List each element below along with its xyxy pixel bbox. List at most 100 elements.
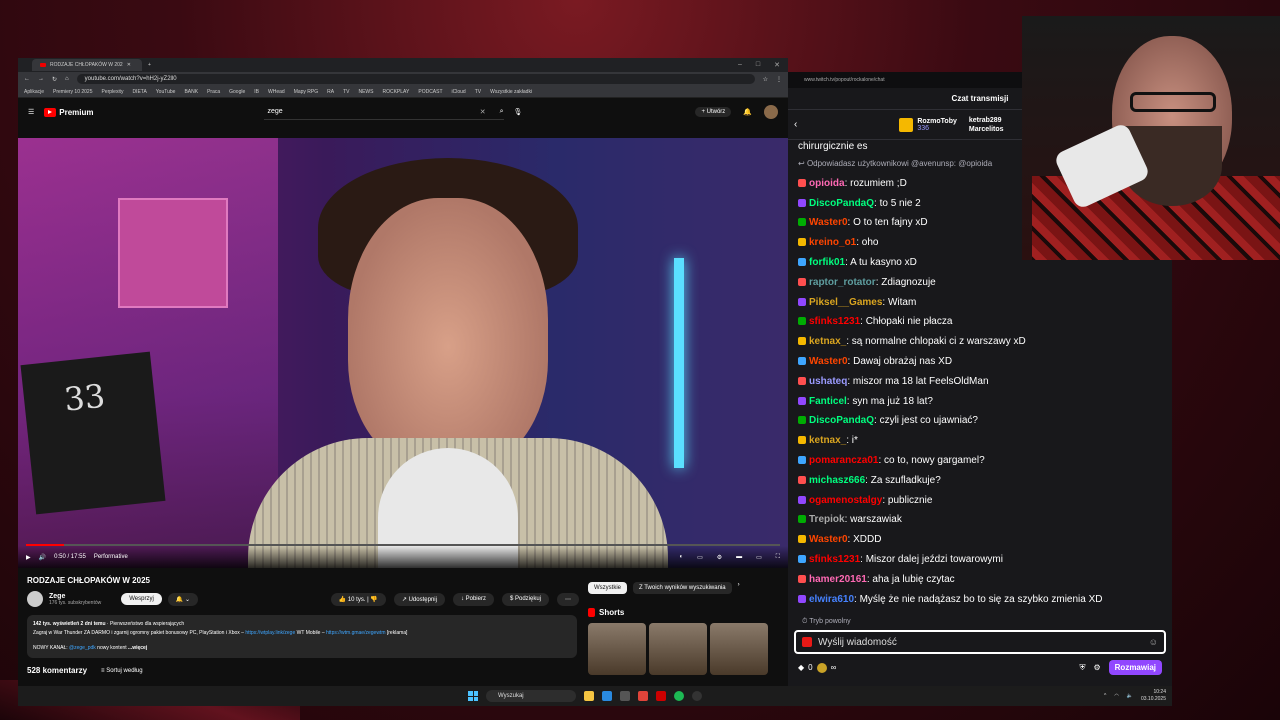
bookmark-item[interactable]: YouTube <box>156 89 176 95</box>
fullscreen-icon[interactable]: ⛶ <box>776 554 780 561</box>
show-more-link[interactable]: ...więcej <box>128 645 147 651</box>
bookmark-item[interactable]: ROCKPLAY <box>382 89 409 95</box>
close-tab-icon[interactable]: ✕ <box>127 62 131 68</box>
chevron-right-icon[interactable]: › <box>738 582 740 594</box>
chat-username[interactable]: Fanticel <box>809 396 847 407</box>
gift-user[interactable]: ketrab289 <box>969 117 1004 124</box>
search-icon[interactable]: ⌕ <box>500 108 504 116</box>
bookmark-item[interactable]: PODCAST <box>418 89 442 95</box>
notifications-bell-icon[interactable]: 🔔 <box>743 108 752 116</box>
chat-username[interactable]: kreino_o1 <box>809 237 856 248</box>
desc-link[interactable]: @zege_pdk <box>69 645 96 651</box>
chat-username[interactable]: raptor_rotator <box>809 277 876 288</box>
chat-username[interactable]: sfinks1231 <box>809 316 860 327</box>
back-icon[interactable]: ← <box>24 76 30 82</box>
youtube-logo[interactable]: Premium <box>44 107 94 117</box>
chat-username[interactable]: Waster0 <box>809 217 848 228</box>
miniplayer-icon[interactable]: ▬ <box>736 554 742 561</box>
bookmark-item[interactable]: NEWS <box>358 89 373 95</box>
chat-username[interactable]: michasz666 <box>809 475 865 486</box>
settings-gear-icon[interactable]: ⚙ <box>717 554 722 561</box>
chat-username[interactable]: ogamenostalgy <box>809 495 882 506</box>
bookmark-item[interactable]: Aplikacje <box>24 89 44 95</box>
play-icon[interactable]: ▶ <box>26 554 31 561</box>
sort-comments-button[interactable]: ≡ Sortuj według <box>101 668 143 674</box>
chat-username[interactable]: ushateq <box>809 376 847 387</box>
bookmark-item[interactable]: Praca <box>207 89 220 95</box>
new-tab-icon[interactable]: + <box>148 62 151 68</box>
star-icon[interactable]: ☆ <box>763 76 768 83</box>
edge-icon[interactable] <box>602 691 612 701</box>
bookmark-item[interactable]: DIETA <box>132 89 146 95</box>
bookmark-item[interactable]: BANK <box>184 89 198 95</box>
chat-username[interactable]: DiscoPandaQ <box>809 415 874 426</box>
channel-avatar[interactable] <box>27 591 43 607</box>
chat-message-input[interactable]: Wyślij wiadomość ☺ <box>794 630 1166 654</box>
channel-points[interactable]: ◆ 0 ∞ <box>798 662 836 673</box>
theater-icon[interactable]: ▭ <box>756 554 762 561</box>
avatar[interactable] <box>764 105 778 119</box>
chat-username[interactable]: ketnax_ <box>809 336 846 347</box>
url-field[interactable]: youtube.com/watch?v=hH2j-yZ2ll0 <box>76 74 755 84</box>
reload-icon[interactable]: ↻ <box>52 76 57 83</box>
video-description[interactable]: 142 tys. wyświetleń 2 dni temu · Pierwsz… <box>27 615 577 658</box>
bookmark-item[interactable]: Premiery 10 2025 <box>53 89 92 95</box>
gift-user[interactable]: Marcelitos <box>969 126 1004 133</box>
bookmark-item[interactable]: Perplexity <box>101 89 123 95</box>
browser-tab[interactable]: RODZAJE CHŁOPAKÓW W 202 ✕ <box>32 59 142 71</box>
home-icon[interactable]: ⌂ <box>65 76 69 82</box>
notifications-button[interactable]: 🔔 ⌄ <box>167 592 198 606</box>
volume-icon[interactable]: 🔊 <box>39 554 46 561</box>
gift-user[interactable]: RozmoToby <box>917 118 957 125</box>
store-icon[interactable] <box>620 691 630 701</box>
clear-search-icon[interactable]: ✕ <box>480 108 500 116</box>
bookmark-item[interactable]: RA <box>327 89 334 95</box>
windows-start-icon[interactable] <box>468 691 478 701</box>
desc-link[interactable]: https://wtplay.link/zege <box>245 630 295 636</box>
video-player[interactable]: 33 <box>18 138 788 568</box>
chat-username[interactable]: opioida <box>809 178 845 189</box>
bookmark-item[interactable]: Mapy RPG <box>294 89 318 95</box>
bookmark-item[interactable]: Wszystkie zakładki <box>490 89 532 95</box>
chat-username[interactable]: pomarancza01 <box>809 455 878 466</box>
maximize-icon[interactable]: □ <box>756 61 760 69</box>
bookmark-item[interactable]: iCloud <box>452 89 466 95</box>
obs-icon[interactable] <box>692 691 702 701</box>
bookmark-item[interactable]: TV <box>343 89 349 95</box>
tray-chevron-icon[interactable]: ^ <box>1104 693 1106 699</box>
taskbar-search[interactable]: Wyszukaj <box>486 690 576 702</box>
bookmark-item[interactable]: WHead <box>268 89 285 95</box>
chat-username[interactable]: Waster0 <box>809 534 848 545</box>
emote-icon[interactable]: ☺ <box>1149 637 1158 647</box>
chip-search-results[interactable]: Z Twoich wyników wyszukiwania <box>633 582 732 594</box>
short-thumbnail[interactable] <box>649 623 707 675</box>
support-button[interactable]: Wesprzyj <box>121 593 162 605</box>
chat-username[interactable]: Waster0 <box>809 356 848 367</box>
collapse-chevron-icon[interactable]: ‹ <box>794 119 797 130</box>
file-explorer-icon[interactable] <box>584 691 594 701</box>
mic-icon[interactable]: 🎙 <box>514 108 523 116</box>
download-button[interactable]: ↓ Pobierz <box>452 592 494 606</box>
chat-username[interactable]: ketnax_ <box>809 435 846 446</box>
forward-icon[interactable]: → <box>38 76 44 82</box>
chrome-icon[interactable] <box>638 691 648 701</box>
chat-username[interactable]: elwira610 <box>809 594 854 605</box>
share-button[interactable]: ↗ Udostępnij <box>393 592 445 606</box>
chat-username[interactable]: DiscoPandaQ <box>809 198 874 209</box>
subtitles-icon[interactable]: ▭ <box>697 554 703 561</box>
short-thumbnail[interactable] <box>588 623 646 675</box>
thanks-button[interactable]: $ Podziękuj <box>501 592 549 606</box>
short-thumbnail[interactable] <box>710 623 768 675</box>
chat-username[interactable]: hamer20161 <box>809 574 867 585</box>
close-window-icon[interactable]: ✕ <box>774 61 780 69</box>
chip-all[interactable]: Wszystkie <box>588 582 627 594</box>
bookmark-item[interactable]: Google <box>229 89 245 95</box>
autoplay-toggle[interactable]: ◐ <box>679 554 683 561</box>
shield-icon[interactable]: ⛨ <box>1079 663 1085 673</box>
bookmark-item[interactable]: TV <box>475 89 481 95</box>
chapter-label[interactable]: Performative <box>94 554 128 560</box>
bookmark-item[interactable]: IB <box>254 89 259 95</box>
wifi-icon[interactable]: ◠ <box>1114 693 1118 699</box>
chat-username[interactable]: forfik01 <box>809 257 845 268</box>
channel-name[interactable]: Zege <box>49 593 101 600</box>
